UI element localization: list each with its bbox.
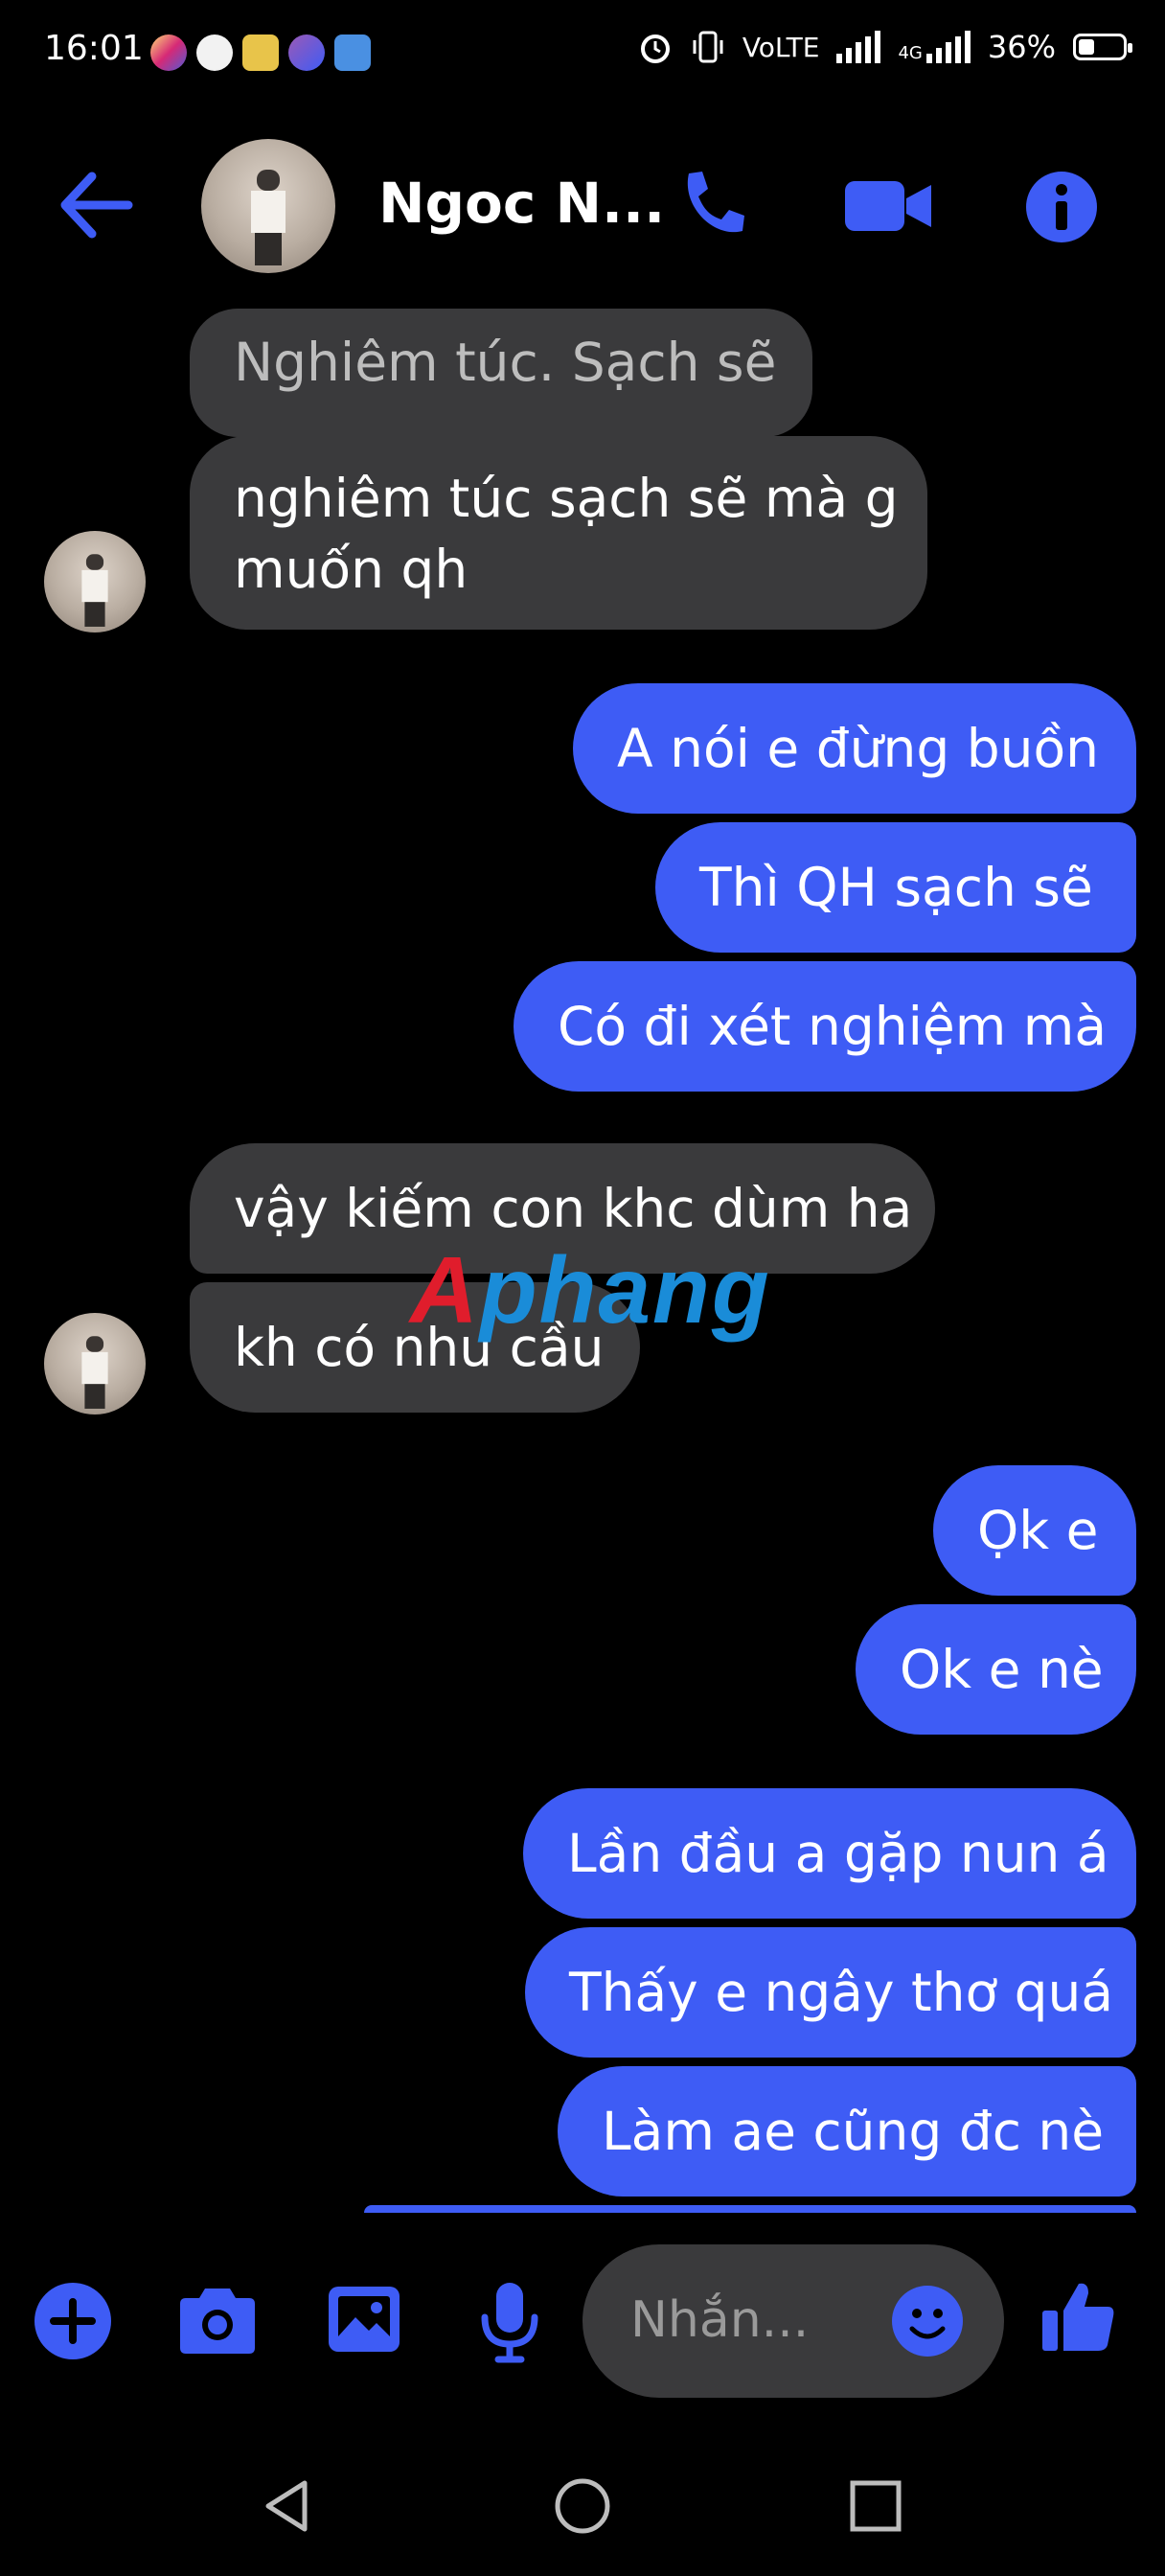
plus-icon [34,2283,111,2359]
outgoing-message-bubble[interactable]: Ok e nè [856,1604,1136,1735]
network-label: VoLTE [742,31,820,63]
alarm-icon [640,34,670,63]
nav-recents-button[interactable] [847,2477,904,2539]
nav-back-icon [265,2480,308,2532]
video-call-button[interactable] [843,177,933,239]
message-input[interactable] [628,2290,881,2350]
signal-icon [836,31,881,63]
outgoing-message-bubble[interactable]: Có đi xét nghiệm mà [514,961,1136,1092]
mail-notification-icon [242,34,279,71]
voice-call-button[interactable] [675,168,748,244]
more-actions-button[interactable] [33,2281,113,2365]
voice-record-button[interactable] [479,2281,540,2367]
watermark-part1: A [410,1237,480,1343]
status-indicators: VoLTE 4G 36% [637,29,1132,65]
watermark-logo: Aphang [410,1236,771,1345]
message-text: Làm ae cũng đc nè [602,2101,1105,2162]
emoji-icon [892,2286,963,2357]
contact-avatar[interactable] [201,139,335,273]
incoming-message-bubble[interactable]: nghiêm túc sạch sẽ mà g muốn qh [190,436,927,630]
reply-quote-bubble[interactable]: Nghiêm túc. Sạch sẽ [190,309,812,437]
nav-back-button[interactable] [259,2477,316,2539]
message-line: muốn qh [234,539,468,600]
contact-name[interactable]: Ngoc N... [378,171,665,236]
message-text: Thì QH sạch sẽ [699,857,1093,918]
message-text: Ok e nè [900,1639,1104,1700]
message-text: A nói e đừng buồn [617,718,1100,779]
message-text: Thấy e ngây thơ quá [569,1962,1114,2023]
network-type-label: 4G [898,43,923,63]
chrome-notification-icon [334,34,371,71]
outgoing-message-bubble[interactable]: Làm ae cũng đc nè [558,2066,1136,2196]
message-text: Lần đầu a gặp nun á [567,1823,1109,1884]
emoji-button[interactable] [891,2285,964,2361]
battery-icon [1073,34,1132,60]
info-icon [1026,172,1097,242]
camera-icon [180,2288,255,2354]
message-line: nghiêm túc sạch sẽ mà g [234,468,899,529]
video-camera-icon [845,181,931,231]
messenger-notification-icon [288,34,325,71]
image-icon [329,2287,400,2352]
watermark-part2: phang [479,1237,771,1343]
outgoing-message-bubble[interactable]: Ọk e [933,1465,1136,1596]
instagram-notification-icon [150,34,187,71]
info-button[interactable] [1025,171,1098,247]
back-button[interactable] [57,169,144,245]
avatar-photo [251,170,286,265]
nav-home-icon [555,2478,610,2534]
back-arrow-icon [60,172,133,239]
microphone-icon [481,2283,538,2363]
battery-percent: 36% [987,29,1056,65]
outgoing-message-bubble-partial[interactable] [364,2205,1136,2213]
outgoing-message-bubble[interactable]: Lần đầu a gặp nun á [523,1788,1136,1919]
vibrate-icon [693,31,723,63]
outgoing-message-bubble[interactable]: A nói e đừng buồn [573,683,1136,814]
signal-4g-icon: 4G [898,31,971,63]
phone-icon [687,172,744,233]
avatar-photo [81,554,108,627]
reply-quote-text: Nghiêm túc. Sạch sẽ [234,332,777,393]
message-text: Có đi xét nghiệm mà [558,996,1108,1057]
camera-button[interactable] [176,2285,259,2361]
thumbs-up-icon [1042,2283,1114,2351]
nav-recents-icon [850,2480,902,2532]
avatar-photo [81,1336,108,1409]
gallery-button[interactable] [327,2285,401,2358]
message-text: Ọk e [977,1500,1099,1561]
status-time: 16:01 [44,29,144,68]
outgoing-message-bubble[interactable]: Thì QH sạch sẽ [655,822,1136,953]
app-notification-icon [196,34,233,71]
like-button[interactable] [1040,2278,1117,2358]
nav-home-button[interactable] [552,2477,613,2539]
contact-avatar-small[interactable] [44,1313,146,1414]
message-text: vậy kiếm con khc dùm ha [234,1178,913,1239]
outgoing-message-bubble[interactable]: Thấy e ngây thơ quá [525,1927,1136,2058]
contact-avatar-small[interactable] [44,531,146,632]
battery-fill [1079,39,1094,55]
